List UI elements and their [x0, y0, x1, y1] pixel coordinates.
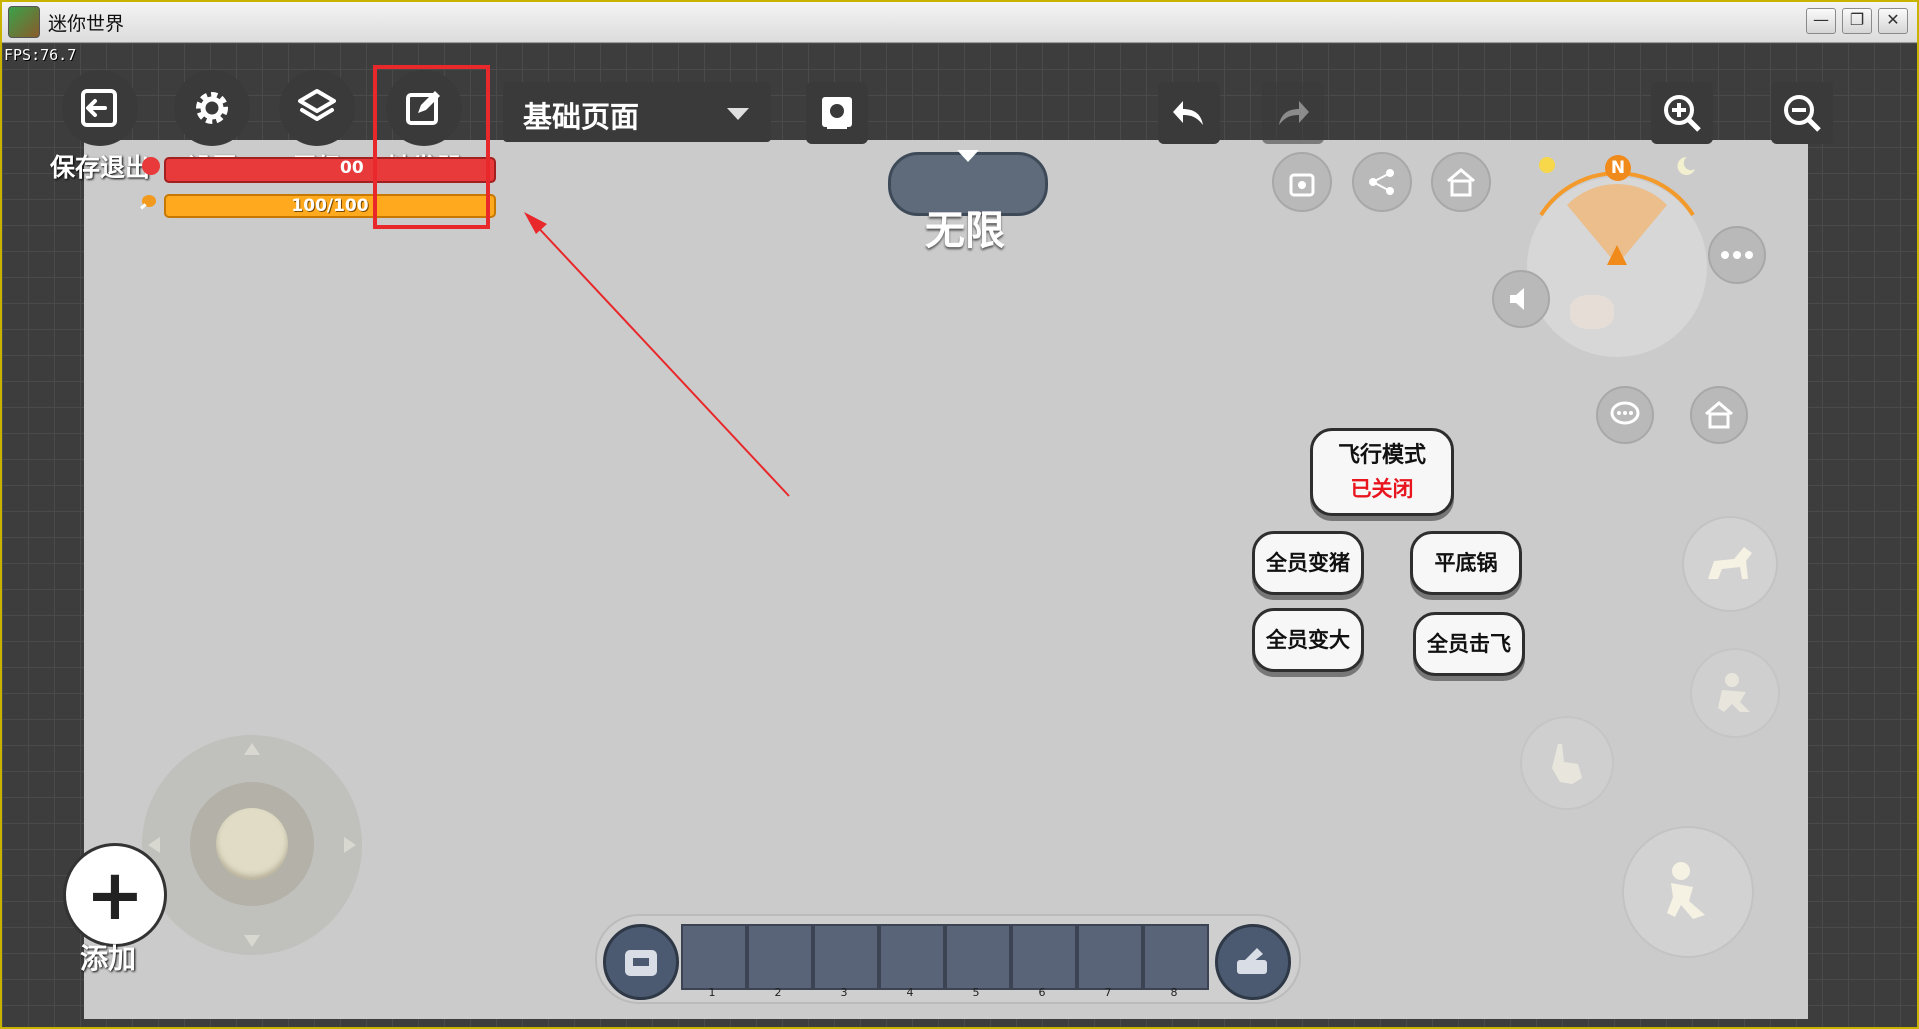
more-button[interactable] [1708, 226, 1766, 284]
hotbar-slot-number: 6 [1038, 986, 1046, 999]
house-icon [1447, 168, 1475, 197]
gear-icon [196, 92, 228, 124]
sound-button[interactable] [1492, 270, 1550, 328]
crouch-icon [1718, 673, 1750, 712]
joystick-knob[interactable] [216, 808, 288, 880]
minimize-button[interactable]: — [1806, 8, 1836, 34]
redo-button[interactable] [1262, 82, 1324, 144]
add-label: 添加 [80, 942, 137, 975]
caret-down-icon [957, 150, 979, 162]
chevron-down-icon [727, 108, 749, 120]
window-title: 迷你世界 [48, 13, 125, 35]
highlight-box [373, 65, 490, 229]
hotbar-slot-number: 3 [840, 986, 848, 999]
fps-counter: FPS:76.7 [4, 46, 77, 64]
hotbar-slot-number: 5 [972, 986, 980, 999]
page-select-value: 基础页面 [523, 100, 640, 134]
home-store-button[interactable] [1431, 152, 1491, 212]
joystick-down-arrow [244, 935, 260, 947]
preview-icon [822, 97, 852, 129]
fly-mode-button[interactable]: 飞行模式 已关闭 [1310, 428, 1454, 516]
hotbar-slot[interactable] [747, 924, 813, 990]
hotbar-slot-number: 8 [1170, 986, 1178, 999]
interact-button[interactable] [1520, 716, 1614, 810]
redo-icon [1279, 101, 1309, 125]
crafting-icon [1237, 948, 1267, 974]
chat-bubble-icon [1610, 401, 1640, 425]
page-select[interactable]: 基础页面 [503, 82, 771, 142]
share-icon [1369, 169, 1394, 195]
hotbar-slot[interactable] [879, 924, 945, 990]
hotbar-slot[interactable] [813, 924, 879, 990]
all-knockback-button[interactable]: 全员击飞 [1413, 612, 1525, 676]
share-button[interactable] [1352, 152, 1412, 212]
shop-button[interactable] [1272, 152, 1332, 212]
title-bar[interactable] [2, 2, 1917, 43]
hotbar-slot[interactable] [1011, 924, 1077, 990]
speaker-icon [1510, 288, 1524, 310]
fly-mode-state: 已关闭 [1350, 477, 1414, 501]
zoom-in-icon [1664, 95, 1701, 132]
hand-tap-icon [1552, 744, 1582, 784]
game-mode-label: 无限 [925, 208, 1005, 254]
hotbar-slot-number: 4 [906, 986, 914, 999]
save-exit-button[interactable] [62, 70, 138, 146]
horse-icon [1708, 547, 1752, 579]
health-text: 00 [340, 158, 364, 178]
hotbar-slot[interactable] [1143, 924, 1209, 990]
jump-button[interactable] [1622, 826, 1754, 958]
layers-icon [298, 89, 336, 121]
close-button[interactable]: ✕ [1878, 8, 1908, 34]
backpack-button[interactable] [603, 924, 679, 1000]
more-dots-icon [1721, 251, 1753, 259]
undo-icon [1173, 101, 1203, 125]
hotbar-slot[interactable] [681, 924, 747, 990]
all-turn-pig-button[interactable]: 全员变猪 [1252, 531, 1364, 595]
north-indicator: N [1605, 155, 1631, 181]
pet-icon [1570, 295, 1614, 329]
jump-icon [1667, 862, 1705, 919]
add-button[interactable]: + [63, 843, 167, 947]
frying-pan-button[interactable]: 平底锅 [1410, 531, 1522, 595]
mount-button[interactable] [1682, 516, 1778, 612]
home-button[interactable] [1690, 386, 1748, 444]
hotbar-slot-number: 2 [774, 986, 782, 999]
layers-button[interactable] [279, 70, 355, 146]
sneak-button[interactable] [1690, 648, 1780, 738]
app-logo-icon [8, 6, 40, 38]
settings-button[interactable] [174, 70, 250, 146]
fly-mode-title: 飞行模式 [1337, 443, 1426, 468]
chat-button[interactable] [1596, 386, 1654, 444]
zoom-out-button[interactable] [1771, 82, 1833, 144]
zoom-in-button[interactable] [1651, 82, 1713, 144]
exit-icon [81, 89, 117, 127]
joystick-left-arrow [148, 837, 160, 853]
hotbar-slot-number: 1 [708, 986, 716, 999]
shop-bag-icon [1289, 173, 1315, 197]
house-icon [1705, 401, 1733, 429]
preview-button[interactable] [806, 82, 868, 144]
hotbar-slot[interactable] [1077, 924, 1143, 990]
hotbar-slot[interactable] [945, 924, 1011, 990]
joystick-right-arrow [344, 837, 356, 853]
hotbar-slot-number: 7 [1104, 986, 1112, 999]
craft-button[interactable] [1215, 924, 1291, 1000]
all-enlarge-button[interactable]: 全员变大 [1252, 608, 1364, 672]
drumstick-icon [137, 193, 157, 213]
heart-icon [142, 157, 160, 175]
joystick-up-arrow [244, 743, 260, 755]
restore-button[interactable]: ❐ [1842, 8, 1872, 34]
hotbar: 1 2 3 4 5 6 7 8 [595, 914, 1301, 1004]
undo-button[interactable] [1158, 82, 1220, 144]
backpack-icon [625, 950, 657, 976]
zoom-out-icon [1784, 95, 1821, 132]
